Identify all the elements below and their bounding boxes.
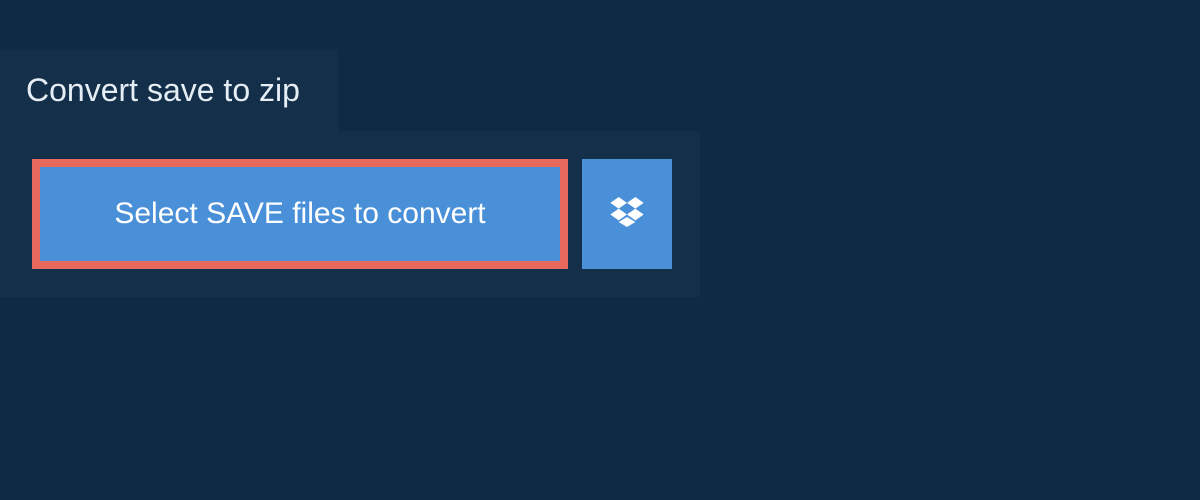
select-files-label: Select SAVE files to convert <box>114 197 485 231</box>
dropbox-button[interactable] <box>582 159 672 269</box>
tab-convert-save-to-zip[interactable]: Convert save to zip <box>0 50 338 131</box>
dropbox-icon <box>607 192 647 237</box>
convert-panel: Select SAVE files to convert <box>0 131 700 297</box>
select-files-button[interactable]: Select SAVE files to convert <box>32 159 568 269</box>
tab-bar: Convert save to zip <box>0 0 1200 131</box>
tab-label: Convert save to zip <box>26 72 300 108</box>
